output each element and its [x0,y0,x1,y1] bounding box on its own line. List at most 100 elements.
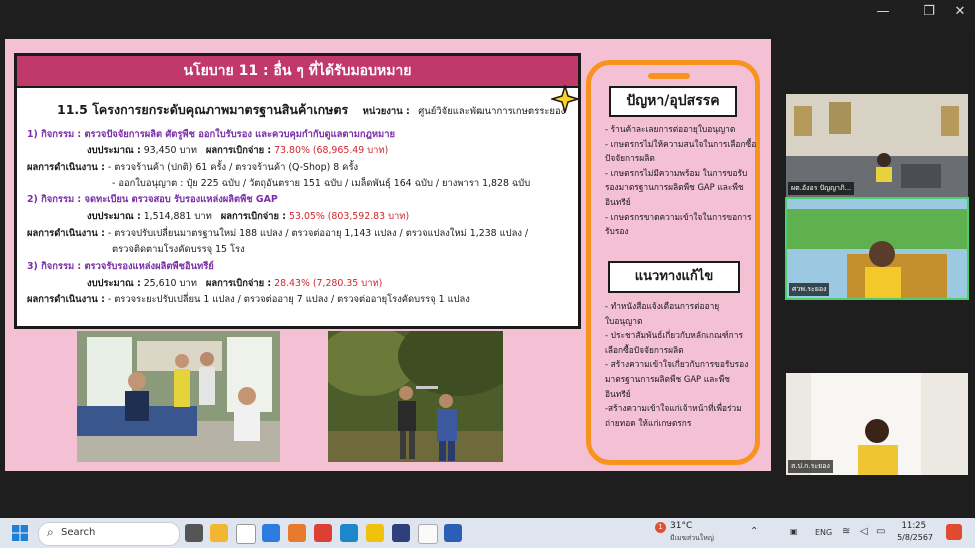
solution-line: - ทำหนังสือแจ้งเตือนการต่ออายุ [605,301,720,311]
shared-slide: นโยบาย 11 : อื่น ๆ ที่ได้รับมอบหมาย 11.5… [5,39,771,471]
problem-line: รองมาตรฐานการผลิตพืช GAP และพืช [605,182,744,193]
wifi-icon[interactable]: ≋ [842,526,850,537]
activity-3-result-1: ผลการดำเนินงาน : - ตรวจระยะปรับเปลี่ยน 1… [27,292,470,307]
window-titlebar: — ❐ ✕ [0,0,975,28]
problem-line: - ร้านค้าละเลยการต่ออายุใบอนุญาต [605,124,736,134]
problems-list: - ร้านค้าละเลยการต่ออายุใบอนุญาต - เกษตร… [605,122,756,239]
activity-3-budget-row: งบประมาณ : 25,610 บาท ผลการเบิกจ่าย : 28… [87,276,382,291]
solution-line: เลือกซื้อปัจจัยการผลิต [605,344,684,355]
battery-icon[interactable]: ▭ [876,526,885,537]
orchard-photo [328,331,503,462]
document-icon[interactable] [418,524,438,544]
weather-temp[interactable]: 31°C [670,521,692,531]
close-icon[interactable]: ✕ [945,4,975,19]
solutions-heading: แนวทางแก้ไข [608,261,740,293]
search-icon: ⌕ [47,525,54,539]
unit-label: หน่วยงาน : [362,106,410,117]
result-text: - ตรวจระยะปรับเปลี่ยน 1 แปลง / ตรวจต่ออา… [107,294,470,305]
task-view-icon[interactable] [185,524,203,542]
solution-line: มาตรฐานการผลิตพืช GAP และพืช [605,373,730,384]
activity-2-title: 2) กิจกรรม : จดทะเบียน ตรวจสอบ รับรองแหล… [27,194,278,205]
issues-panel: ปัญหา/อุปสรรค - ร้านค้าละเลยการต่ออายุใบ… [586,60,760,465]
result-label: ผลการดำเนินงาน : [27,294,105,305]
firefox-icon[interactable] [288,524,306,542]
spent-value: 53.05% (803,592.83 บาท) [289,211,410,222]
inspection-photo-1 [77,331,280,462]
problem-line: - เกษตรกรขาดความเข้าใจในการขอการ [605,211,752,222]
budget-label: งบประมาณ : [87,278,141,289]
weather-description[interactable]: มีเมฆส่วนใหญ่ [670,533,714,544]
tray-chevron-icon[interactable]: ⌃ [750,526,758,537]
result-label: ผลการดำเนินงาน : [27,228,105,239]
volume-icon[interactable]: ◁ [860,526,868,537]
budget-label: งบประมาณ : [87,211,141,222]
taskbar: ⌕ Search 1 31°C มีเมฆส่วนใหญ่ ⌃ ▣ ENG ≋ … [0,518,975,548]
sparkle-icon [551,85,579,113]
chrome-icon[interactable] [366,524,384,542]
tray-icon[interactable]: ▣ [790,527,798,536]
problem-line: - เกษตรกรไม่มีความพร้อม ในการขอรับ [605,167,748,178]
problem-line: ปัจจัยการผลิต [605,153,655,164]
solution-line: ถ่ายทอด ให้แก่เกษตรกร [605,417,692,428]
search-placeholder: Search [61,527,96,538]
spent-label: ผลการเบิกจ่าย : [205,278,272,289]
taskbar-search-box[interactable]: ⌕ Search [38,522,180,546]
minimize-icon[interactable]: — [868,4,898,19]
participant-label: ศวพ.ระยอง [789,283,830,296]
activity-2-budget-row: งบประมาณ : 1,514,881 บาท ผลการเบิกจ่าย :… [87,209,409,224]
budget-value: 1,514,881 บาท [143,211,212,222]
activity-1-result-2: - ออกใบอนุญาต : ปุ๋ย 225 ฉบับ / วัตถุอัน… [112,178,531,189]
solution-line: - สร้างความเข้าใจเกี่ยวกับการขอรับรอง [605,359,749,370]
spent-value: 28.43% (7,280.35 บาท) [274,278,383,289]
edge-icon[interactable] [340,524,358,542]
participant-label: ผต.อังอร ปัญญาภิ... [788,182,855,195]
word-icon[interactable] [444,524,462,542]
participant-video-1[interactable]: ผต.อังอร ปัญญาภิ... [786,94,968,197]
activity-3-title: 3) กิจกรรม : ตรวจรับรองแหล่งผลิตพืชอินทร… [27,261,214,272]
unit-value: ศูนย์วิจัยและพัฒนาการเกษตรระยอง [418,106,566,117]
activity-2-result-2: ตรวจติดตามโรงคัดบรรจุ 15 โรง [112,244,245,255]
weather-badge: 1 [655,522,666,533]
language-indicator[interactable]: ENG [815,528,832,537]
solution-line: -สร้างความเข้าใจแก่เจ้าหน้าที่เพื่อร่วม [605,403,742,414]
project-title-text: 11.5 โครงการยกระดับคุณภาพมาตรฐานสินค้าเก… [57,102,349,117]
activity-1-title: 1) กิจกรรม : ตรวจปัจจัยการผลิต ศัตรูพืช … [27,129,395,140]
problems-heading: ปัญหา/อุปสรรค [609,86,737,117]
spent-label: ผลการเบิกจ่าย : [220,211,287,222]
windows-start-icon[interactable] [12,525,28,541]
activity-1-result-1: ผลการดำเนินงาน : - ตรวจร้านค้า (ปกติ) 61… [27,160,358,175]
participant-video-3[interactable]: ส.ป.ก.ระยอง [786,373,968,475]
activity-2-result-1: ผลการดำเนินงาน : - ตรวจปรับเปลี่ยนมาตรฐา… [27,226,528,241]
app-icon[interactable] [314,524,332,542]
budget-value: 25,610 บาท [143,278,197,289]
project-title: 11.5 โครงการยกระดับคุณภาพมาตรฐานสินค้าเก… [57,100,565,120]
zoom-icon[interactable] [392,524,410,542]
spent-value: 73.80% (68,965.49 บาท) [274,145,389,156]
problem-line: - เกษตรกรไม่ให้ความสนใจในการเลือกซื้อ [605,138,757,149]
clock-date[interactable]: 5/8/2567 [893,533,933,542]
clock-time[interactable]: 11:25 [900,521,927,531]
store-icon[interactable] [236,524,256,544]
solutions-list: - ทำหนังสือแจ้งเตือนการต่ออายุ ใบอนุญาต … [605,299,748,430]
project-box: นโยบาย 11 : อื่น ๆ ที่ได้รับมอบหมาย 11.5… [14,53,581,329]
spent-label: ผลการเบิกจ่าย : [205,145,272,156]
participant-video-2[interactable]: ศวพ.ระยอง [785,197,969,300]
result-label: ผลการดำเนินงาน : [27,162,105,173]
notification-icon[interactable] [946,524,962,540]
solution-line: - ประชาสัมพันธ์เกี่ยวกับหลักเกณฑ์การ [605,330,743,341]
solution-line: ใบอนุญาต [605,315,643,326]
problem-line: อินทรีย์ [605,196,631,207]
activity-1-budget-row: งบประมาณ : 93,450 บาท ผลการเบิกจ่าย : 73… [87,143,388,158]
file-explorer-icon[interactable] [210,524,228,542]
budget-value: 93,450 บาท [143,145,197,156]
result-text: - ตรวจปรับเปลี่ยนมาตรฐานใหม่ 188 แปลง / … [107,228,529,239]
dropbox-icon[interactable] [262,524,280,542]
budget-label: งบประมาณ : [87,145,141,156]
restore-icon[interactable]: ❐ [914,4,944,19]
solution-line: อินทรีย์ [605,388,631,399]
problem-line: รับรอง [605,226,629,237]
phone-speaker [648,73,690,79]
result-text: - ตรวจร้านค้า (ปกติ) 61 ครั้ง / ตรวจร้าน… [107,162,359,173]
participant-label: ส.ป.ก.ระยอง [788,460,833,473]
slide-title: นโยบาย 11 : อื่น ๆ ที่ได้รับมอบหมาย [17,56,578,88]
